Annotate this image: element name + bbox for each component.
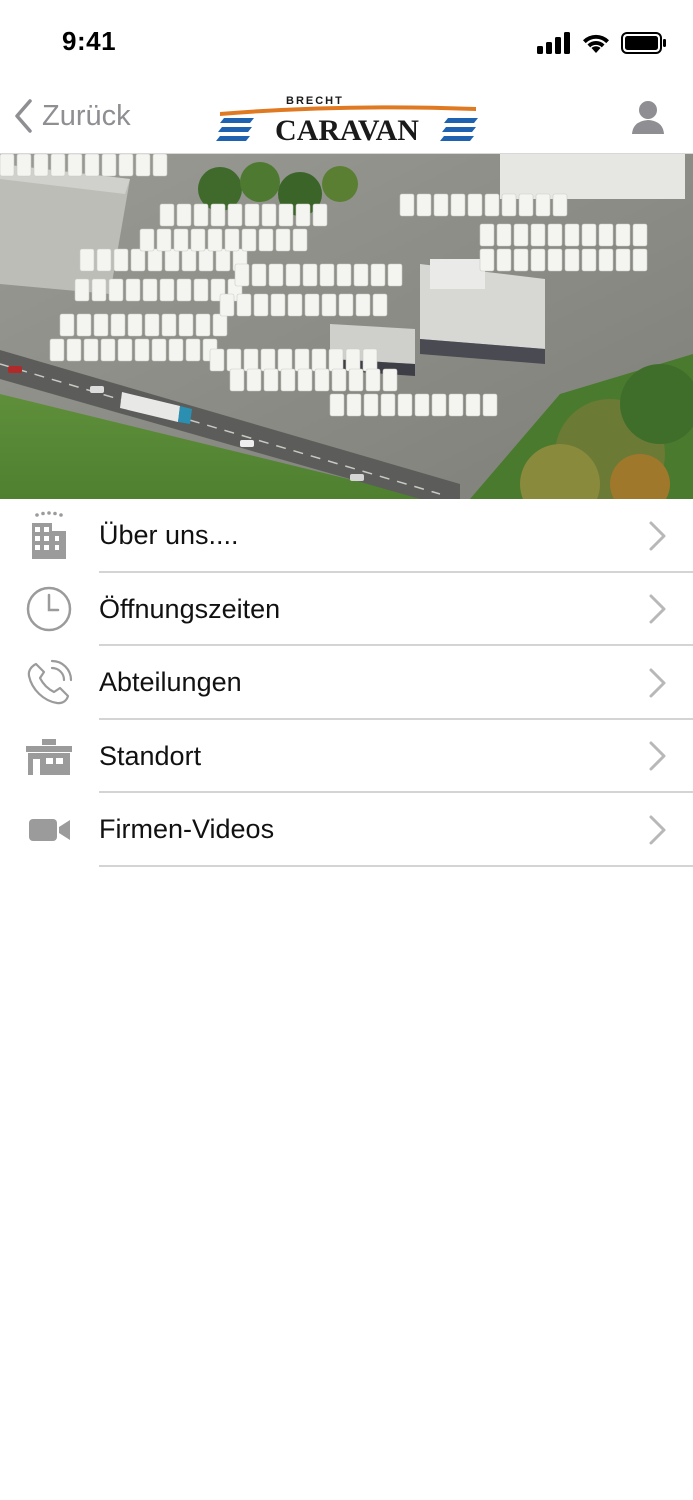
hero-image — [0, 154, 693, 499]
menu-item-departments[interactable]: Abteilungen — [0, 646, 693, 720]
profile-icon[interactable] — [629, 98, 667, 136]
menu-item-location[interactable]: Standort — [0, 720, 693, 793]
clock-icon — [26, 587, 72, 632]
menu-label-location: Standort — [99, 740, 202, 771]
navigation-bar: Zurück BRECHT CARAVAN — [0, 80, 693, 154]
menu-label-company-videos: Firmen-Videos — [99, 814, 275, 845]
chevron-right-icon — [649, 521, 666, 551]
status-icons — [537, 30, 667, 56]
chevron-left-icon — [15, 99, 32, 133]
status-bar: 9:41 — [0, 0, 693, 80]
brecht-caravan-logo: BRECHT CARAVAN — [216, 95, 478, 147]
menu-label-opening-hours: Öffnungszeiten — [99, 593, 281, 624]
status-time: 9:41 — [62, 26, 117, 56]
logo-main-text: CARAVAN — [275, 114, 419, 147]
video-camera-icon — [29, 818, 70, 841]
wifi-icon — [583, 34, 609, 53]
phone-icon — [27, 659, 73, 704]
back-label: Zurück — [42, 99, 131, 132]
chevron-right-icon — [649, 741, 666, 771]
menu-item-about[interactable]: Über uns.... — [0, 499, 693, 573]
battery-icon — [621, 32, 666, 54]
chevron-right-icon — [649, 594, 666, 624]
location-building-icon — [26, 739, 72, 776]
back-button[interactable]: Zurück — [14, 96, 131, 136]
menu-label-about: Über uns.... — [99, 520, 239, 551]
menu-list: Über uns.... Öffnungszeiten Abteilungen — [0, 499, 693, 867]
menu-label-departments: Abteilungen — [99, 667, 242, 698]
menu-item-opening-hours[interactable]: Öffnungszeiten — [0, 573, 693, 646]
cellular-signal-icon — [537, 32, 570, 54]
menu-divider — [99, 864, 693, 867]
menu-item-company-videos[interactable]: Firmen-Videos — [0, 793, 693, 867]
logo-top-text: BRECHT — [286, 95, 344, 107]
chevron-right-icon — [649, 815, 666, 845]
chevron-right-icon — [649, 668, 666, 698]
building-icon — [32, 510, 66, 559]
